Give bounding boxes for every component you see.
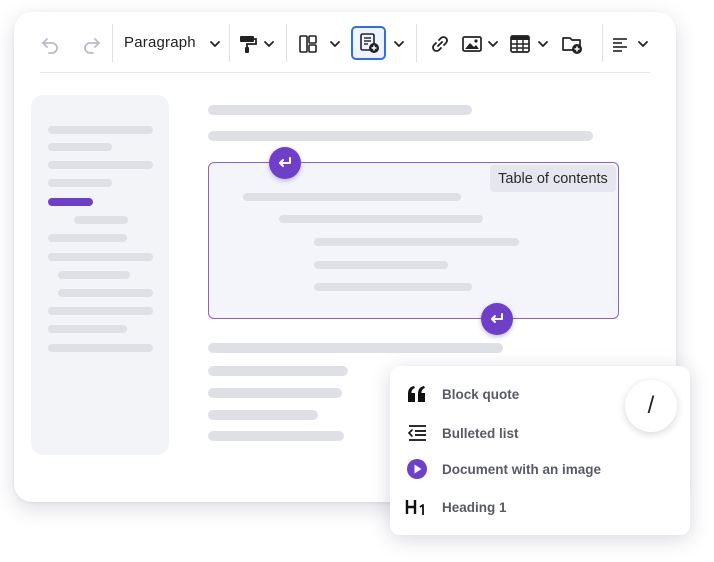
menu-item-label: Document with an image xyxy=(442,461,602,477)
redo-icon xyxy=(84,38,100,54)
text-line xyxy=(208,410,318,420)
text-line xyxy=(208,131,593,141)
slash-command-trigger[interactable]: / xyxy=(625,380,677,432)
return-arrow-icon xyxy=(491,313,503,323)
image-icon xyxy=(462,36,482,52)
table-icon xyxy=(510,35,530,53)
toolbar-separator xyxy=(229,24,230,62)
outline-item[interactable] xyxy=(48,126,153,134)
align-left-icon xyxy=(613,38,627,52)
image-button[interactable] xyxy=(460,32,484,56)
menu-item-label: Block quote xyxy=(442,386,520,402)
list-indent-icon xyxy=(404,420,430,446)
menu-item-label: Heading 1 xyxy=(442,499,507,515)
text-line xyxy=(208,343,503,353)
toc-entry[interactable] xyxy=(279,215,483,223)
text-line xyxy=(208,366,348,376)
toolbar-separator xyxy=(286,24,287,62)
paint-roller-icon xyxy=(240,36,257,53)
align-button[interactable] xyxy=(610,32,630,56)
toolbar-separator xyxy=(602,24,603,62)
outline-item[interactable] xyxy=(74,216,128,224)
toc-chevron-down-icon[interactable] xyxy=(391,32,407,56)
insert-paragraph-after-button[interactable] xyxy=(481,303,513,335)
format-painter-button[interactable] xyxy=(236,32,260,56)
outline-item[interactable] xyxy=(58,289,153,297)
document-insert-icon xyxy=(357,31,381,55)
outline-item[interactable] xyxy=(48,253,153,261)
menu-item-heading-1[interactable]: Heading 1 xyxy=(404,494,507,520)
text-line xyxy=(208,105,472,115)
outline-item[interactable] xyxy=(58,271,130,279)
menu-item-bulleted-list[interactable]: Bulleted list xyxy=(404,420,519,446)
table-chevron-down-icon[interactable] xyxy=(535,32,551,56)
toc-entry[interactable] xyxy=(314,238,519,246)
outline-item[interactable] xyxy=(48,143,112,151)
outline-item[interactable] xyxy=(48,234,127,242)
toc-entry[interactable] xyxy=(314,283,472,291)
image-chevron-down-icon[interactable] xyxy=(485,32,501,56)
paragraph-chevron-down-icon[interactable] xyxy=(207,32,223,56)
toc-entry[interactable] xyxy=(243,193,461,201)
folder-add-icon xyxy=(562,37,582,54)
outline-item[interactable] xyxy=(48,344,153,352)
undo-button[interactable] xyxy=(38,32,62,56)
toc-entry[interactable] xyxy=(314,261,448,269)
text-line xyxy=(208,388,342,398)
menu-item-label: Bulleted list xyxy=(442,425,519,441)
toolbar-separator xyxy=(112,24,113,62)
format-chevron-down-icon[interactable] xyxy=(261,32,277,56)
undo-icon xyxy=(42,38,58,54)
link-icon xyxy=(432,36,448,52)
outline-item[interactable] xyxy=(48,307,153,315)
toc-label-badge: Table of contents xyxy=(490,165,616,192)
quote-icon xyxy=(404,381,430,407)
text-line xyxy=(208,431,344,441)
return-arrow-icon xyxy=(279,157,291,167)
outline-item[interactable] xyxy=(48,179,112,187)
paragraph-style-dropdown[interactable]: Paragraph xyxy=(124,34,196,51)
table-button[interactable] xyxy=(508,32,532,56)
outline-item[interactable] xyxy=(48,161,153,169)
toolbar-divider xyxy=(40,72,650,73)
layout-icon xyxy=(299,35,317,53)
layout-button[interactable] xyxy=(296,32,320,56)
link-button[interactable] xyxy=(428,32,452,56)
layout-chevron-down-icon[interactable] xyxy=(327,32,343,56)
outline-item-active[interactable] xyxy=(48,198,93,206)
heading-icon xyxy=(404,494,430,520)
toolbar-separator xyxy=(416,24,417,62)
outline-item[interactable] xyxy=(48,325,127,333)
play-circle-icon xyxy=(404,456,430,482)
menu-item-block-quote[interactable]: Block quote xyxy=(404,381,519,407)
redo-button[interactable] xyxy=(80,32,104,56)
insert-folder-button[interactable] xyxy=(560,32,584,56)
menu-item-document-with-image[interactable]: Document with an image xyxy=(404,456,601,482)
insert-paragraph-before-button[interactable] xyxy=(269,147,301,179)
align-chevron-down-icon[interactable] xyxy=(635,32,651,56)
